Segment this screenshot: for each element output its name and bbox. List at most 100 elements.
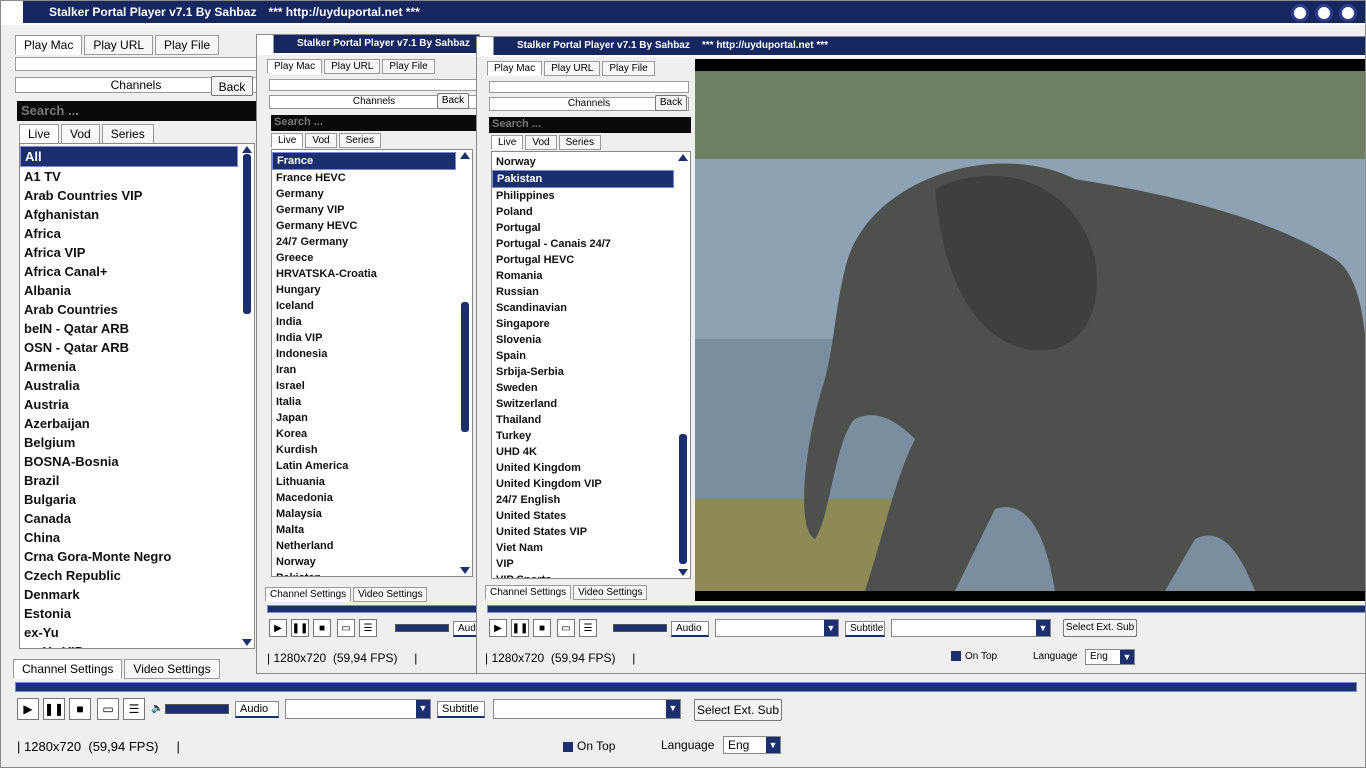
language-select[interactable]: Eng ▼ (1085, 649, 1135, 665)
list-item[interactable]: Belgium (20, 433, 238, 452)
tab-play-file[interactable]: Play File (382, 59, 435, 74)
stop-button[interactable]: ■ (533, 619, 551, 637)
seek-bar[interactable] (15, 682, 1357, 692)
screen-icon[interactable]: ▭ (97, 698, 119, 720)
select-ext-sub-button[interactable]: Select Ext. Sub (694, 699, 782, 721)
list-item[interactable]: Iceland (272, 298, 456, 314)
list-item[interactable]: Philippines (492, 188, 674, 204)
seek-bar[interactable] (267, 605, 479, 613)
tab-series[interactable]: Series (558, 135, 601, 150)
tab-live[interactable]: Live (19, 124, 60, 144)
tab-video-settings[interactable]: Video Settings (353, 587, 428, 602)
list-item[interactable]: BOSNA-Bosnia (20, 452, 238, 471)
list-item[interactable]: Russian (492, 284, 674, 300)
tab-series[interactable]: Series (101, 124, 154, 144)
title-bar[interactable]: Stalker Portal Player v7.1 By Sahbaz *** … (477, 37, 1365, 57)
scrollbar[interactable] (242, 146, 252, 646)
portal-field[interactable] (489, 81, 689, 93)
list-item[interactable]: Armenia (20, 357, 238, 376)
close-button[interactable] (1339, 4, 1357, 22)
tab-vod[interactable]: Vod (305, 133, 337, 148)
list-item[interactable]: Pakistan (492, 170, 674, 188)
list-item[interactable]: France (272, 152, 456, 170)
list-item[interactable]: Latin America (272, 458, 456, 474)
tab-series[interactable]: Series (338, 133, 381, 148)
list-item[interactable]: Scandinavian (492, 300, 674, 316)
list-item[interactable]: VIP (492, 556, 674, 572)
list-item[interactable]: Slovenia (492, 332, 674, 348)
stop-button[interactable]: ■ (313, 619, 331, 637)
list-item[interactable]: Crna Gora-Monte Negro (20, 547, 238, 566)
minimize-button[interactable] (1291, 4, 1309, 22)
list-item[interactable]: China (20, 528, 238, 547)
scrollbar[interactable] (678, 154, 688, 576)
list-item[interactable]: OSN - Qatar ARB (20, 338, 238, 357)
list-item[interactable]: Switzerland (492, 396, 674, 412)
list-item[interactable]: UHD 4K (492, 444, 674, 460)
back-button[interactable]: Back (211, 76, 253, 96)
list-item[interactable]: Iran (272, 362, 456, 378)
playlist-icon[interactable]: ☰ (123, 698, 145, 720)
list-item[interactable]: United Kingdom VIP (492, 476, 674, 492)
on-top-checkbox[interactable]: On Top (951, 651, 997, 662)
search-input[interactable]: Search ... (17, 101, 257, 121)
audio-select[interactable]: ▼ (285, 699, 431, 719)
tab-play-mac[interactable]: Play Mac (487, 61, 543, 76)
list-item[interactable]: Azerbaijan (20, 414, 238, 433)
channel-list[interactable]: Norway Pakistan Philippines Poland Portugal P… (491, 151, 691, 579)
channel-list[interactable]: France France HEVC Germany Germany VIP Germa… (271, 149, 473, 577)
list-item[interactable]: Thailand (492, 412, 674, 428)
list-item[interactable]: 24/7 English (492, 492, 674, 508)
list-item[interactable]: Greece (272, 250, 456, 266)
list-item[interactable]: Norway (492, 154, 674, 170)
list-item[interactable]: Singapore (492, 316, 674, 332)
list-item[interactable]: Africa Canal+ (20, 262, 238, 281)
list-item[interactable]: VIP Sports (492, 572, 674, 578)
list-item[interactable]: Malta (272, 522, 456, 538)
volume-slider[interactable] (613, 624, 667, 632)
tab-vod[interactable]: Vod (525, 135, 557, 150)
video-player[interactable] (695, 59, 1365, 601)
list-item[interactable]: Portugal HEVC (492, 252, 674, 268)
maximize-button[interactable] (1315, 4, 1333, 22)
list-item[interactable]: Portugal - Canais 24/7 (492, 236, 674, 252)
list-item[interactable]: Portugal (492, 220, 674, 236)
tab-live[interactable]: Live (271, 133, 304, 148)
tab-play-file[interactable]: Play File (155, 35, 220, 55)
list-item[interactable]: Austria (20, 395, 238, 414)
list-item[interactable]: Africa (20, 224, 238, 243)
list-item[interactable]: Germany (272, 186, 456, 202)
list-item[interactable]: Germany VIP (272, 202, 456, 218)
pause-button[interactable]: ❚❚ (291, 619, 309, 637)
audio-select[interactable]: ▼ (715, 619, 839, 637)
tab-play-url[interactable]: Play URL (544, 61, 601, 76)
list-item[interactable]: Albania (20, 281, 238, 300)
list-item[interactable]: Arab Countries VIP (20, 186, 238, 205)
playlist-icon[interactable]: ☰ (359, 619, 377, 637)
tab-vod[interactable]: Vod (61, 124, 100, 144)
tab-play-url[interactable]: Play URL (84, 35, 154, 55)
seek-bar[interactable] (487, 605, 1365, 613)
search-input[interactable]: Search ... (271, 115, 479, 131)
tab-channel-settings[interactable]: Channel Settings (485, 585, 572, 600)
list-item[interactable]: Bulgaria (20, 490, 238, 509)
tab-channel-settings[interactable]: Channel Settings (265, 587, 352, 602)
list-item[interactable]: Turkey (492, 428, 674, 444)
list-item[interactable]: Canada (20, 509, 238, 528)
list-item[interactable]: 24/7 Germany (272, 234, 456, 250)
on-top-checkbox[interactable]: On Top (563, 739, 615, 753)
subtitle-select[interactable]: ▼ (493, 699, 681, 719)
list-item[interactable]: Poland (492, 204, 674, 220)
list-item[interactable]: Korea (272, 426, 456, 442)
tab-play-mac[interactable]: Play Mac (15, 35, 83, 55)
list-item[interactable]: United States (492, 508, 674, 524)
list-item[interactable]: Israel (272, 378, 456, 394)
list-item[interactable]: ex-Yu VIP (20, 642, 238, 648)
tab-play-mac[interactable]: Play Mac (267, 59, 323, 74)
list-item[interactable]: A1 TV (20, 167, 238, 186)
list-item[interactable]: Kurdish (272, 442, 456, 458)
search-input[interactable]: Search ... (489, 117, 691, 133)
list-item[interactable]: India VIP (272, 330, 456, 346)
stop-button[interactable]: ■ (69, 698, 91, 720)
list-item[interactable]: France HEVC (272, 170, 456, 186)
